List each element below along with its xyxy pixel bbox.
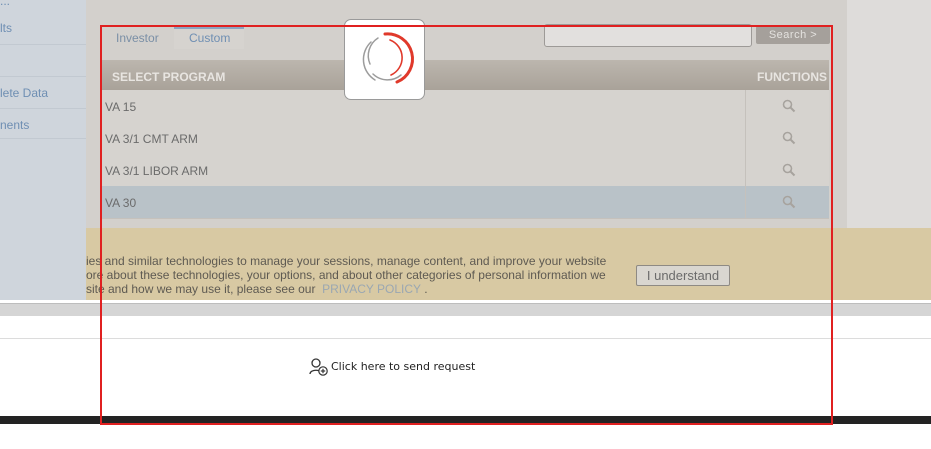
sidebar-divider bbox=[0, 138, 86, 139]
sidebar-divider bbox=[0, 108, 86, 109]
left-sidebar: ... lts lete Data nents bbox=[0, 0, 86, 300]
sidebar-divider bbox=[0, 76, 86, 77]
annotation-frame bbox=[100, 25, 833, 425]
sidebar-item-complete-data[interactable]: lete Data bbox=[0, 86, 48, 100]
sidebar-item-documents[interactable]: nents bbox=[0, 118, 29, 132]
sidebar-divider bbox=[0, 44, 86, 45]
sidebar-item-top[interactable]: ... bbox=[0, 0, 10, 8]
sidebar-item-results[interactable]: lts bbox=[0, 21, 12, 35]
right-strip bbox=[847, 0, 931, 228]
